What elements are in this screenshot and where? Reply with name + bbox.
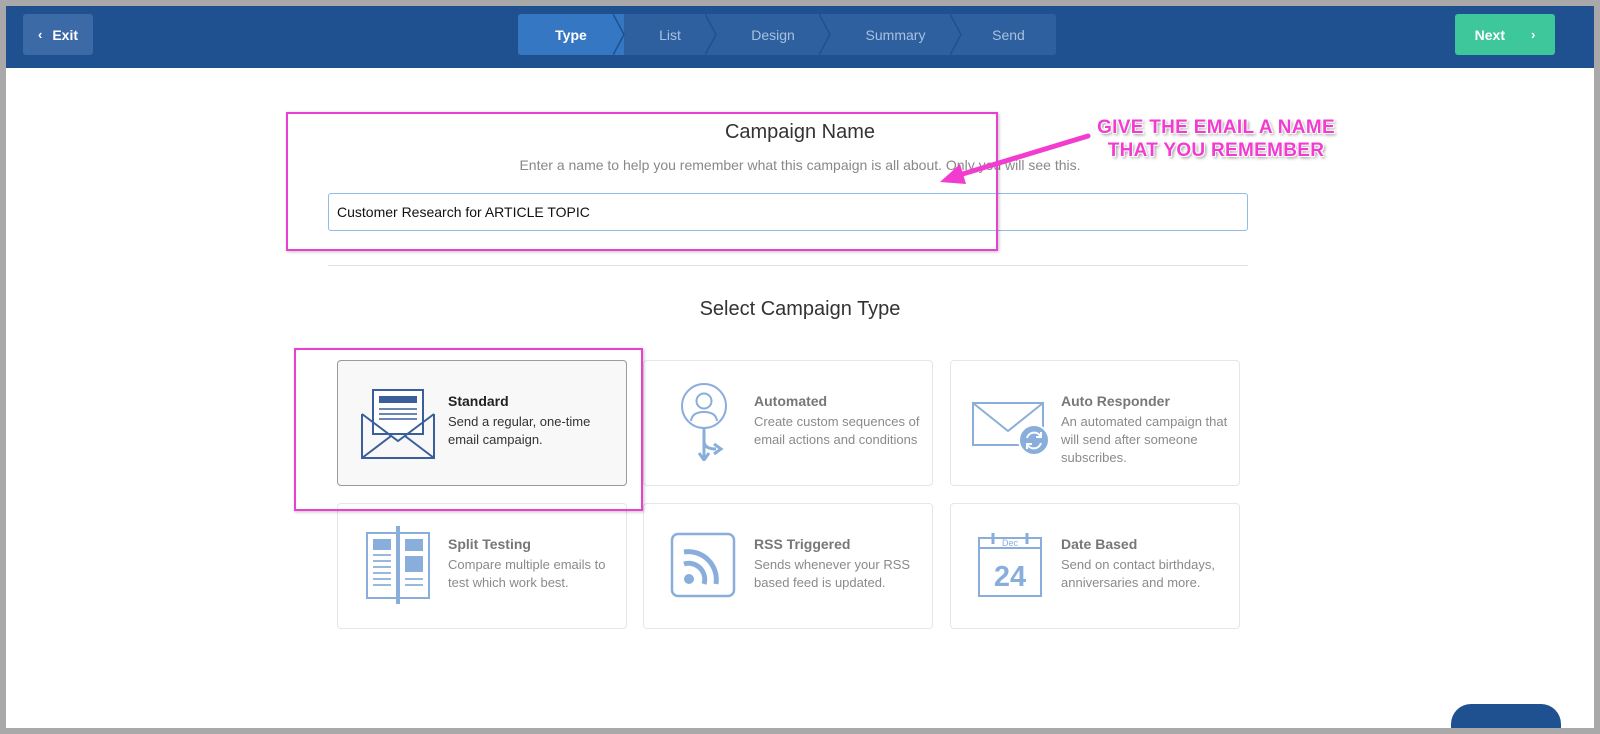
card-description: Compare multiple emails to test which wo… (448, 557, 606, 590)
step-design[interactable]: Design (716, 14, 831, 55)
campaign-type-automated[interactable]: Automated Create custom sequences of ema… (643, 360, 933, 486)
step-label: Summary (865, 26, 926, 43)
split-document-icon (366, 526, 430, 604)
next-button-label: Next (1474, 26, 1505, 43)
person-branch-icon (681, 383, 727, 461)
campaign-type-split-testing[interactable]: Split Testing Compare multiple emails to… (337, 503, 627, 629)
exit-button-label: Exit (52, 26, 79, 43)
annotation-line-2: THAT YOU REMEMBER (1107, 140, 1325, 161)
card-description: Send on contact birthdays, anniversaries… (1061, 557, 1215, 590)
envelope-refresh-icon (972, 402, 1050, 456)
card-title: Auto Responder (1061, 393, 1170, 409)
step-type[interactable]: Type (518, 14, 625, 55)
chevron-right-icon: › (1531, 27, 1536, 42)
step-label: Type (555, 26, 587, 43)
top-bar: ‹ Exit Type List Design Summary Send Nex… (6, 6, 1594, 68)
step-label: List (659, 26, 681, 43)
campaign-type-title: Select Campaign Type (699, 298, 901, 320)
calendar-icon: Dec 24 (978, 533, 1042, 597)
card-description: An automated campaign that will send aft… (1061, 414, 1228, 465)
wizard-steps: Type List Design Summary Send (518, 14, 1056, 55)
annotation-text: GIVE THE EMAIL A NAME THAT YOU REMEMBER (1066, 116, 1366, 162)
annotation-line-1: GIVE THE EMAIL A NAME (1097, 117, 1335, 138)
section-divider (328, 265, 1248, 266)
step-label: Design (751, 26, 795, 43)
step-summary[interactable]: Summary (830, 14, 962, 55)
calendar-day: 24 (994, 561, 1026, 593)
step-list[interactable]: List (624, 14, 717, 55)
chat-widget-button[interactable] (1451, 704, 1561, 728)
chevron-left-icon: ‹ (37, 27, 43, 42)
card-title: Split Testing (448, 536, 531, 552)
campaign-type-auto-responder[interactable]: Auto Responder An automated campaign tha… (950, 360, 1240, 486)
card-description: Sends whenever your RSS based feed is up… (754, 557, 911, 590)
step-label: Send (992, 26, 1025, 43)
next-button[interactable]: Next › (1455, 14, 1555, 55)
app-window: ‹ Exit Type List Design Summary Send Nex… (6, 6, 1594, 728)
campaign-type-date-based[interactable]: Dec 24 Date Based Send on contact birthd… (950, 503, 1240, 629)
rss-icon (670, 532, 736, 598)
card-title: Automated (754, 393, 828, 409)
card-title: Date Based (1061, 536, 1138, 552)
campaign-type-rss-triggered[interactable]: RSS Triggered Sends whenever your RSS ba… (643, 503, 933, 629)
calendar-month: Dec (1002, 538, 1019, 548)
card-title: RSS Triggered (754, 536, 851, 552)
highlight-box-standard (294, 348, 643, 511)
exit-button[interactable]: ‹ Exit (23, 14, 93, 55)
step-send[interactable]: Send (961, 14, 1056, 55)
card-description: Create custom sequences of email actions… (754, 414, 920, 447)
highlight-box-campaign-name (286, 112, 998, 251)
